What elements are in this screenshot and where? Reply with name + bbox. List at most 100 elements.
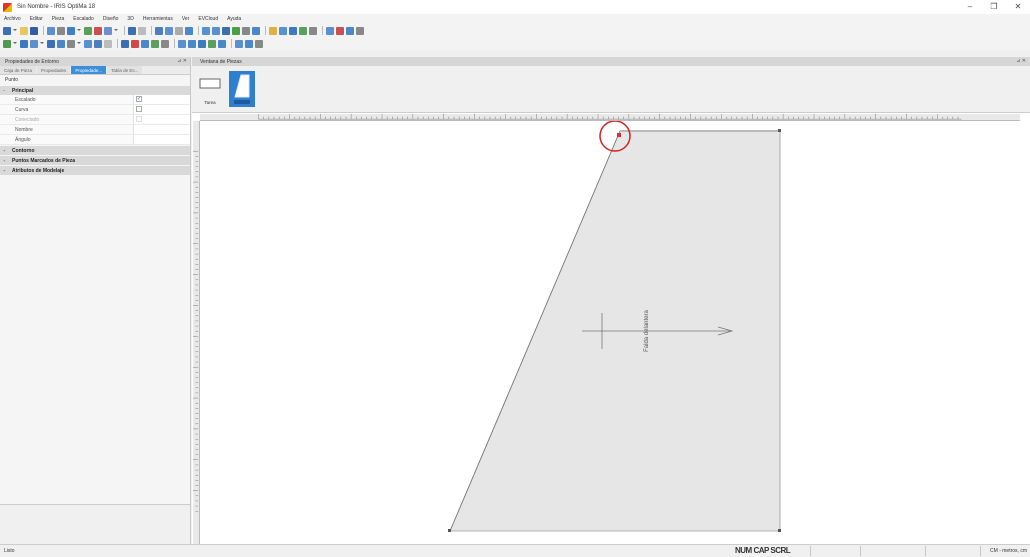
rotate-icon[interactable] [185, 26, 193, 35]
mirror-icon[interactable] [232, 26, 240, 35]
piece-thumbnail-rectangle[interactable]: Tarea [197, 71, 223, 107]
export-icon[interactable] [356, 26, 364, 35]
pencil-icon[interactable] [269, 26, 277, 35]
perpendicular-icon[interactable] [208, 39, 216, 48]
dropdown-arrow-icon[interactable] [77, 42, 81, 45]
tab-caja-de-pieza[interactable]: Caja de Pieza [0, 66, 37, 74]
selected-point[interactable] [617, 133, 621, 137]
menu-editar[interactable]: Editar [30, 16, 43, 22]
seam-icon[interactable] [309, 26, 317, 35]
dropdown-arrow-icon[interactable] [40, 42, 44, 45]
offset-icon[interactable] [188, 39, 196, 48]
ruler-icon[interactable] [121, 39, 129, 48]
save-icon[interactable] [30, 26, 38, 35]
notch-icon[interactable] [222, 26, 230, 35]
corner-point[interactable] [778, 529, 781, 532]
trace-icon[interactable] [161, 39, 169, 48]
menu-escalado[interactable]: Escalado [73, 16, 94, 22]
select-icon[interactable] [155, 26, 163, 35]
undo-icon[interactable] [128, 26, 136, 35]
drawing-canvas[interactable]: Falda delantera [200, 121, 1030, 544]
units-indicator: CM - metros, cm [990, 548, 1027, 554]
delete-icon[interactable] [131, 39, 139, 48]
marker-icon[interactable] [336, 26, 344, 35]
expand-icon[interactable]: + [3, 168, 5, 173]
layout-icon[interactable] [346, 26, 354, 35]
piece-thumbnail-selected[interactable] [229, 71, 255, 107]
intersect-icon[interactable] [178, 39, 186, 48]
menu-evcloud[interactable]: EVCloud [198, 16, 218, 22]
fold-icon[interactable] [67, 39, 75, 48]
split-icon[interactable] [242, 26, 250, 35]
maximize-button[interactable]: ❐ [982, 0, 1006, 14]
menu-3d[interactable]: 3D [127, 16, 133, 22]
smooth-icon[interactable] [30, 39, 38, 48]
menu-pieza[interactable]: Pieza [52, 16, 65, 22]
tab-tabla-escalado[interactable]: Tabla de Es... [107, 66, 143, 74]
angulo-input[interactable] [133, 135, 190, 144]
grid-icon[interactable] [84, 26, 92, 35]
dropdown-arrow-icon[interactable] [13, 29, 17, 32]
section-puntos-marcados[interactable]: + Puntos Marcados de Pieza [0, 156, 190, 165]
new-file-icon[interactable] [3, 26, 11, 35]
escalado-checkbox[interactable]: ✓ [136, 96, 142, 102]
section-principal[interactable]: − Principal [0, 86, 190, 95]
curva-checkbox[interactable] [136, 106, 142, 112]
dropdown-arrow-icon[interactable] [114, 29, 118, 32]
nombre-input[interactable] [133, 125, 190, 134]
pieces-strip: Tarea [192, 66, 1030, 113]
table-icon[interactable] [326, 26, 334, 35]
dropdown-arrow-icon[interactable] [13, 42, 17, 45]
annotation-icon[interactable] [245, 39, 253, 48]
collapse-icon[interactable]: − [3, 88, 5, 93]
parallel-icon[interactable] [198, 39, 206, 48]
circle-icon[interactable] [218, 39, 226, 48]
measure-icon[interactable] [202, 26, 210, 35]
add-point-icon[interactable] [3, 39, 11, 48]
menu-herramientas[interactable]: Herramientas [143, 16, 173, 22]
walk-icon[interactable] [94, 39, 102, 48]
text-icon[interactable] [235, 39, 243, 48]
tab-propiedades-punto[interactable]: Propiedade... [71, 66, 107, 74]
section-atributos[interactable]: + Atributos de Modelaje [0, 166, 190, 175]
pin-close-icon[interactable]: ⊿ ✕ [1016, 58, 1026, 64]
printer-setup-icon[interactable] [57, 26, 65, 35]
point-icon[interactable] [289, 26, 297, 35]
zoom-icon[interactable] [104, 26, 112, 35]
corner-point[interactable] [778, 129, 781, 132]
open-folder-icon[interactable] [20, 26, 28, 35]
menu-diseno[interactable]: Diseño [103, 16, 119, 22]
pin-close-icon[interactable]: ⊿ ✕ [177, 58, 187, 64]
slash-spread-icon[interactable] [84, 39, 92, 48]
print-icon[interactable] [47, 26, 55, 35]
join-icon[interactable] [252, 26, 260, 35]
cut-icon[interactable] [94, 26, 102, 35]
expand-icon[interactable]: + [3, 158, 5, 163]
corner-point[interactable] [448, 529, 451, 532]
section-contorno[interactable]: + Contorno [0, 146, 190, 155]
move-point-icon[interactable] [20, 39, 28, 48]
dart-icon[interactable] [47, 39, 55, 48]
pieces-window-title: Ventana de Piezas [200, 58, 242, 65]
monitor-icon[interactable] [67, 26, 75, 35]
rectangle-icon[interactable] [165, 26, 173, 35]
redo-icon[interactable] [138, 26, 146, 35]
close-button[interactable]: ✕ [1006, 0, 1030, 14]
scale-icon[interactable] [141, 39, 149, 48]
minimize-button[interactable]: – [958, 0, 982, 14]
menu-ayuda[interactable]: Ayuda [227, 16, 241, 22]
pleat-icon[interactable] [57, 39, 65, 48]
menu-archivo[interactable]: Archivo [4, 16, 21, 22]
tab-propiedades[interactable]: Propiedades [37, 66, 71, 74]
grade-icon[interactable] [299, 26, 307, 35]
move-icon[interactable] [175, 26, 183, 35]
section-atributos-label: Atributos de Modelaje [12, 168, 65, 174]
dropdown-arrow-icon[interactable] [77, 29, 81, 32]
facing-icon[interactable] [104, 39, 112, 48]
add-piece-icon[interactable] [151, 39, 159, 48]
curve-icon[interactable] [279, 26, 287, 35]
menu-ver[interactable]: Ver [182, 16, 190, 22]
line-icon[interactable] [212, 26, 220, 35]
info-icon[interactable] [255, 39, 263, 48]
expand-icon[interactable]: + [3, 148, 5, 153]
